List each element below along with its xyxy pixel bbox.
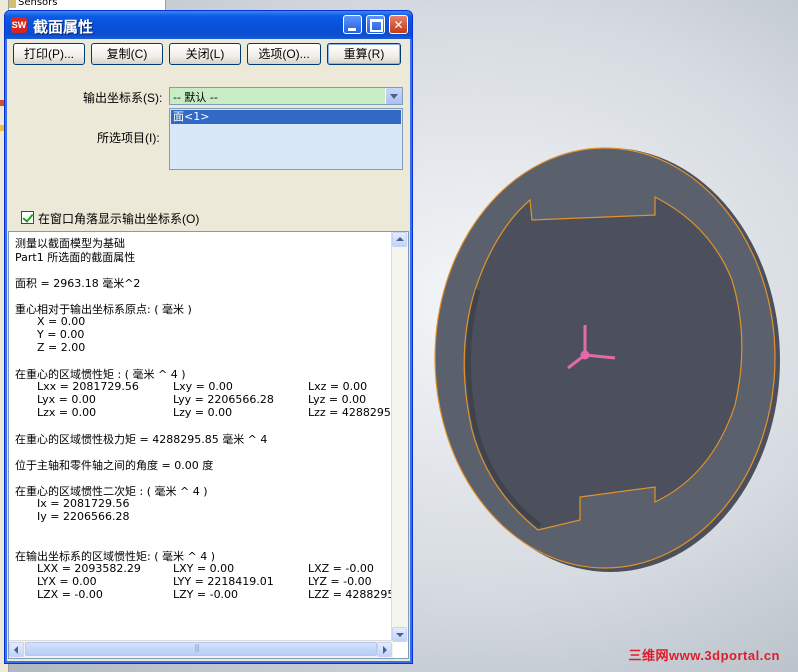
close-button[interactable]: 关闭(L) <box>169 43 241 65</box>
iy-value: Iy = 2206566.28 <box>37 510 130 523</box>
output-cs-label: 输出坐标系(S): <box>83 91 163 105</box>
dialog-titlebar[interactable]: SW 截面属性 ✕ <box>5 11 412 39</box>
centroid-x: X = 0.00 <box>37 315 86 328</box>
scroll-left-arrow-icon[interactable] <box>9 642 24 657</box>
centroid-y: Y = 0.00 <box>37 328 85 341</box>
moment-cell: Lzy = 0.00 <box>173 406 233 419</box>
area-value: 面积 = 2963.18 毫米^2 <box>15 277 141 290</box>
scroll-down-arrow-icon[interactable] <box>392 627 407 642</box>
section-properties-dialog: SW 截面属性 ✕ 打印(P)... 复制(C) 关闭(L) 选项(O)... … <box>4 10 413 664</box>
moment-cell: Lyy = 2206566.28 <box>173 393 274 406</box>
recalculate-button[interactable]: 重算(R) <box>327 43 401 65</box>
moment-cell: Lxx = 2081729.56 <box>37 380 139 393</box>
ix-value: Ix = 2081729.56 <box>37 497 130 510</box>
list-item[interactable]: 面<1> <box>171 110 401 124</box>
selected-items-label: 所选项目(I): <box>97 131 160 145</box>
horizontal-scrollbar[interactable] <box>9 640 393 658</box>
dialog-title: 截面属性 <box>33 18 94 36</box>
scroll-right-arrow-icon[interactable] <box>377 642 392 657</box>
solidworks-app-icon: SW <box>11 17 27 33</box>
output-cs-select[interactable]: -- 默认 -- <box>169 87 403 105</box>
moment-cell: LZX = -0.00 <box>37 588 103 601</box>
moment-cell: LYY = 2218419.01 <box>173 575 274 588</box>
show-cs-checkbox[interactable] <box>21 211 34 224</box>
output-cs-value: -- 默认 -- <box>173 91 218 104</box>
selected-items-list[interactable]: 面<1> <box>169 108 403 170</box>
maximize-button[interactable] <box>366 15 385 34</box>
show-cs-checkbox-label[interactable]: 在窗口角落显示输出坐标系(O) <box>38 210 199 227</box>
scroll-thumb[interactable] <box>25 642 377 656</box>
result-line: Part1 所选面的截面属性 <box>15 251 136 264</box>
moment-cell: Lyx = 0.00 <box>37 393 96 406</box>
copy-button[interactable]: 复制(C) <box>91 43 163 65</box>
vertical-scrollbar[interactable] <box>391 232 408 642</box>
moment-cell: LYX = 0.00 <box>37 575 97 588</box>
moment-cell: LXX = 2093582.29 <box>37 562 141 575</box>
print-button[interactable]: 打印(P)... <box>13 43 85 65</box>
moment-cell: LXY = 0.00 <box>173 562 235 575</box>
moment-cell: LZY = -0.00 <box>173 588 239 601</box>
scroll-up-arrow-icon[interactable] <box>392 232 407 247</box>
moment-cell: Lzx = 0.00 <box>37 406 97 419</box>
moment-cell: Lzz = 4288295.8 <box>308 406 402 419</box>
moment-cell: Lyz = 0.00 <box>308 393 367 406</box>
moment-cell: Lxy = 0.00 <box>173 380 233 393</box>
results-text-area[interactable]: 测量以截面模型为基础 Part1 所选面的截面属性 面积 = 2963.18 毫… <box>8 231 409 659</box>
ring-part-model[interactable] <box>400 140 790 580</box>
dialog-client-area: 打印(P)... 复制(C) 关闭(L) 选项(O)... 重算(R) 输出坐标… <box>8 39 409 660</box>
moment-cell: Lxz = 0.00 <box>308 380 368 393</box>
minimize-button[interactable] <box>343 15 362 34</box>
moment-cell: LYZ = -0.00 <box>308 575 372 588</box>
centroid-z: Z = 2.00 <box>37 341 86 354</box>
polar-moment: 在重心的区域惯性极力矩 = 4288295.85 毫米 ^ 4 <box>15 433 268 446</box>
moment-cell: LXZ = -0.00 <box>308 562 374 575</box>
watermark-text: 三维网www.3dportal.cn <box>628 648 780 663</box>
principal-angle: 位于主轴和零件轴之间的角度 = 0.00 度 <box>15 459 214 472</box>
chevron-down-icon[interactable] <box>385 88 402 104</box>
tree-item-sensors[interactable]: Sensors <box>18 0 58 8</box>
options-button[interactable]: 选项(O)... <box>247 43 321 65</box>
close-window-button[interactable]: ✕ <box>389 15 408 34</box>
